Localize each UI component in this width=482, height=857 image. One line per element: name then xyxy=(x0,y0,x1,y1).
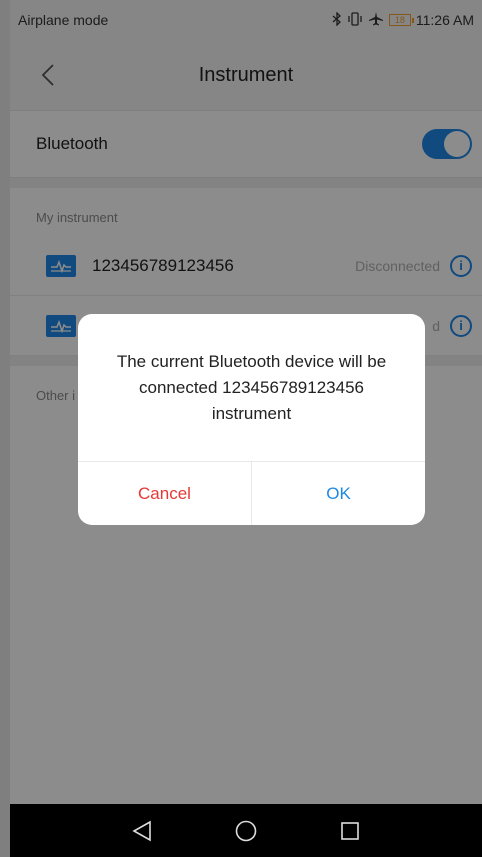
dialog-message: The current Bluetooth device will be con… xyxy=(116,351,387,423)
triangle-back-icon xyxy=(132,820,151,841)
dialog-actions: Cancel OK xyxy=(78,461,425,525)
cancel-button[interactable]: Cancel xyxy=(78,462,252,525)
nav-recents-button[interactable] xyxy=(330,811,370,851)
nav-home-button[interactable] xyxy=(226,811,266,851)
nav-back-button[interactable] xyxy=(122,811,162,851)
ok-button[interactable]: OK xyxy=(252,462,425,525)
system-nav-bar xyxy=(10,804,482,857)
circle-home-icon xyxy=(235,820,257,841)
app-screen: Airplane mode 18 11:26 AM Instrument Blu… xyxy=(10,0,482,857)
square-recents-icon xyxy=(341,821,359,840)
connect-dialog: The current Bluetooth device will be con… xyxy=(78,314,425,525)
